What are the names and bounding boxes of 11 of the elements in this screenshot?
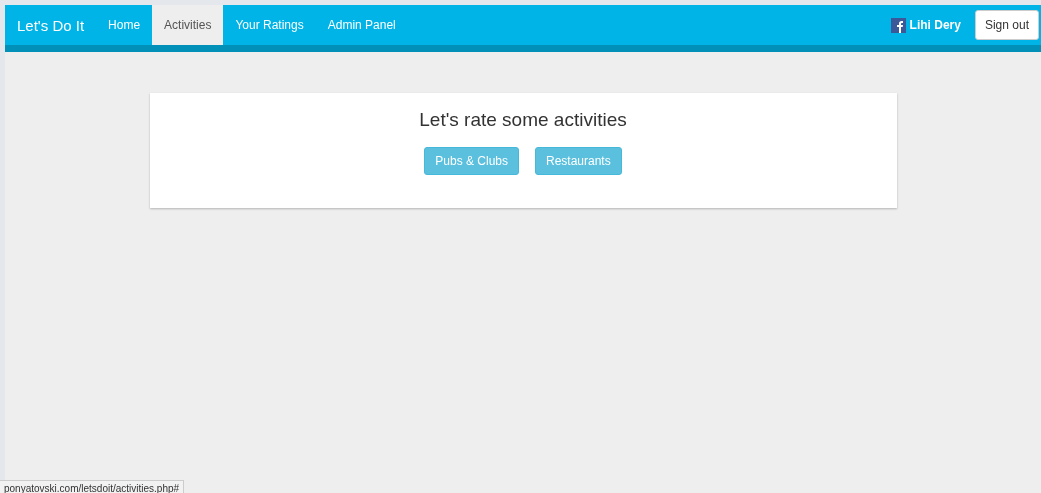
category-button[interactable]: Pubs & Clubs bbox=[424, 147, 519, 175]
brand-link[interactable]: Let's Do It bbox=[17, 5, 97, 45]
facebook-icon bbox=[890, 17, 906, 33]
nav-item[interactable]: Admin Panel bbox=[315, 5, 408, 45]
user-link[interactable]: Lihi Dery bbox=[890, 17, 961, 33]
nav-item[interactable]: Your Ratings bbox=[223, 5, 316, 45]
card-title: Let's rate some activities bbox=[419, 109, 627, 131]
category-button[interactable]: Restaurants bbox=[535, 147, 622, 175]
nav-item[interactable]: Home bbox=[96, 5, 153, 45]
sign-out-button[interactable]: Sign out bbox=[974, 10, 1039, 40]
nav-item[interactable]: Activities bbox=[152, 5, 224, 45]
